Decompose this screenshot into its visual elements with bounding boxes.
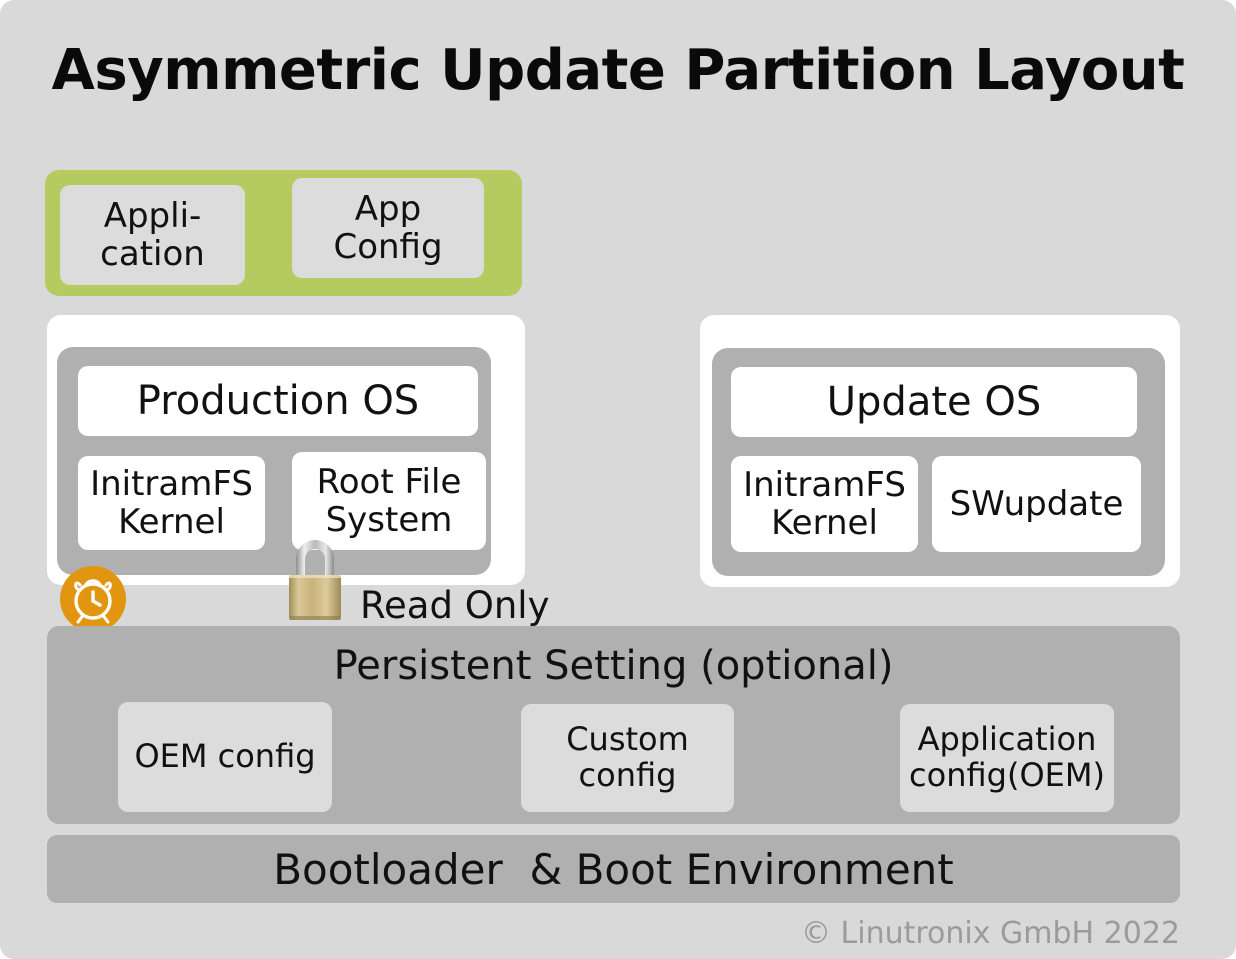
update-os-box[interactable]: Update OS <box>731 367 1137 437</box>
oem-config-text: OEM config <box>118 702 332 812</box>
production-rootfs-line1: Root File <box>316 461 462 502</box>
application-config-oem-line1: Application <box>917 720 1097 759</box>
padlock-icon <box>278 533 352 623</box>
production-initramfs-text: InitramFS Kernel <box>78 456 265 550</box>
copyright-footer: © Linutronix GmbH 2022 <box>801 916 1180 951</box>
update-os-label: Update OS <box>826 378 1042 425</box>
app-config-box[interactable]: App Config <box>292 178 484 278</box>
read-only-label: Read Only <box>360 584 550 627</box>
custom-config-text: Custom config <box>521 704 734 812</box>
production-os-label: Production OS <box>136 377 420 424</box>
production-initramfs-kernel-box[interactable]: InitramFS Kernel <box>78 456 265 550</box>
update-swupdate-text: SWupdate <box>932 456 1141 552</box>
alarm-clock-icon <box>60 566 126 632</box>
custom-config-line2: config <box>578 756 677 794</box>
bootloader-band[interactable]: Bootloader & Boot Environment <box>47 835 1180 903</box>
application-config-oem-box[interactable]: Application config(OEM) <box>900 704 1114 812</box>
update-initramfs-text: InitramFS Kernel <box>731 456 918 552</box>
oem-config-box[interactable]: OEM config <box>118 702 332 812</box>
production-initramfs-line1: InitramFS <box>90 463 253 504</box>
bootloader-label: Bootloader & Boot Environment <box>273 844 954 894</box>
update-initramfs-kernel-box[interactable]: InitramFS Kernel <box>731 456 918 552</box>
production-initramfs-line2: Kernel <box>118 502 225 542</box>
update-initramfs-line2: Kernel <box>771 503 878 543</box>
application-box[interactable]: Appli- cation <box>60 185 245 285</box>
update-swupdate-box[interactable]: SWupdate <box>932 456 1141 552</box>
production-os-box[interactable]: Production OS <box>78 366 478 436</box>
persistent-setting-title: Persistent Setting (optional) <box>333 643 894 689</box>
app-config-box-text: App Config <box>292 178 484 278</box>
application-config-oem-line2: config(OEM) <box>909 756 1105 794</box>
update-initramfs-line1: InitramFS <box>743 464 906 505</box>
app-config-box-line1: App <box>354 188 422 229</box>
custom-config-box[interactable]: Custom config <box>521 704 734 812</box>
app-config-box-line2: Config <box>333 227 443 267</box>
application-config-oem-text: Application config(OEM) <box>900 704 1114 812</box>
application-box-line2: cation <box>100 234 205 274</box>
application-box-line1: Appli- <box>103 195 202 236</box>
application-box-text: Appli- cation <box>60 185 245 285</box>
update-swupdate-line1: SWupdate <box>949 483 1124 524</box>
page-title: Asymmetric Update Partition Layout <box>51 38 1185 103</box>
custom-config-line1: Custom <box>566 720 689 759</box>
diagram-canvas: Asymmetric Update Partition Layout Appli… <box>0 0 1236 959</box>
oem-config-line1: OEM config <box>134 737 316 776</box>
